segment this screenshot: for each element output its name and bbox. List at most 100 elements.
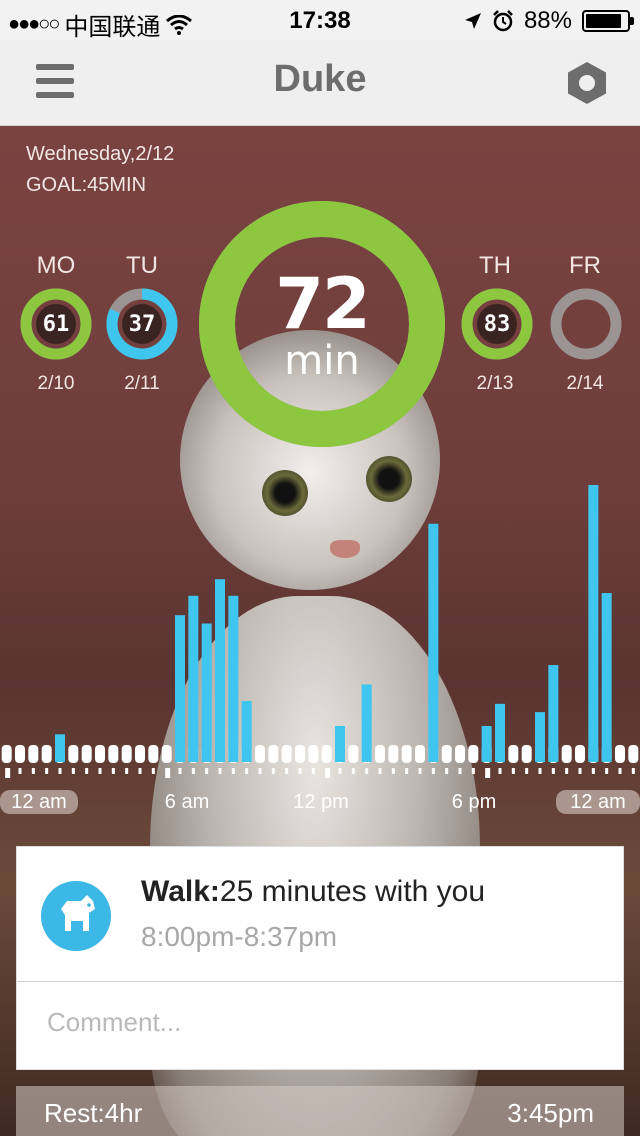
timeline-slot: [81, 745, 92, 763]
timeline-tick: [471, 768, 475, 774]
timeline-slot: [628, 745, 639, 763]
timeline-tick: [405, 768, 409, 774]
activity-type: Walk:: [141, 875, 220, 908]
time-axis-label: 6 pm: [451, 791, 497, 813]
daily-goal: GOAL:45MIN: [26, 174, 147, 196]
timeline-tick: [231, 768, 235, 774]
timeline-tick: [325, 768, 331, 778]
status-bar: ●●●○○ 中国联通 17:38 88%: [0, 0, 640, 41]
day-date: 2/11: [124, 373, 160, 394]
timeline-slot: [575, 745, 585, 763]
timeline-tick: [498, 768, 502, 774]
timeline-tick: [165, 768, 171, 778]
timeline-tick: [85, 768, 89, 774]
activity-bar: [215, 579, 225, 762]
day-label: TU: [126, 252, 158, 279]
timeline-tick: [58, 768, 62, 774]
battery-percent: 88%: [523, 7, 572, 34]
timeline-slot: [521, 745, 532, 763]
timeline-tick: [285, 768, 289, 774]
timeline-slot: [28, 745, 39, 763]
timeline-tick: [45, 768, 49, 774]
timeline-slot: [455, 745, 465, 763]
activity-time-range: 8:00pm-8:37pm: [141, 921, 338, 952]
activity-bar: [588, 485, 599, 762]
time-axis-label: 12 pm: [293, 791, 349, 813]
timeline-slot: [508, 745, 519, 763]
timeline-slot: [268, 745, 279, 763]
activity-bar: [481, 725, 492, 762]
rest-time: 3:45pm: [507, 1098, 594, 1128]
activity-bar: [241, 701, 252, 762]
activity-bar: [201, 623, 212, 762]
settings-button[interactable]: [564, 60, 610, 106]
timeline-tick: [98, 768, 102, 774]
activity-bar: [548, 665, 559, 762]
hexagon-settings-icon: [568, 62, 606, 104]
timeline-tick: [111, 768, 115, 774]
timeline-slot: [321, 745, 332, 763]
timeline-tick: [418, 768, 422, 774]
location-arrow-icon: [464, 13, 481, 29]
dog-icon: [61, 895, 95, 931]
timeline-tick: [631, 768, 635, 774]
timeline-tick: [178, 768, 182, 774]
today-minutes-value: 72: [275, 263, 370, 345]
timeline-tick: [618, 768, 622, 774]
timeline-slot: [148, 745, 159, 763]
activity-timeline-chart[interactable]: [0, 470, 640, 780]
timeline-slot: [161, 745, 172, 763]
current-date: Wednesday,2/12: [26, 143, 175, 165]
timeline-tick: [565, 768, 569, 774]
timeline-tick: [338, 768, 342, 774]
activity-bar: [228, 595, 239, 762]
activity-card[interactable]: Walk:25 minutes with you 8:00pm-8:37pm: [16, 846, 624, 1070]
timeline-slot: [295, 745, 305, 763]
timeline-slot: [15, 745, 25, 763]
timeline-tick: [378, 768, 382, 774]
timeline-slot: [121, 745, 132, 763]
day-date: 2/13: [476, 373, 514, 394]
day-value: 37: [128, 312, 156, 337]
timeline-slot: [348, 745, 359, 763]
day-date: 2/10: [37, 373, 75, 394]
timeline-tick: [458, 768, 462, 774]
day-label: FR: [569, 252, 601, 279]
timeline-slot: [615, 745, 625, 763]
timeline-slot: [108, 745, 119, 763]
timeline-tick: [271, 768, 275, 774]
timeline-tick: [525, 768, 529, 774]
rest-entry[interactable]: Rest:4hr 3:45pm: [16, 1086, 624, 1136]
activity-bar: [188, 595, 199, 762]
timeline-tick: [391, 768, 395, 774]
timeline-tick: [151, 768, 155, 774]
time-axis-label: 12 am: [0, 790, 78, 814]
day-label: MO: [36, 252, 76, 279]
timeline-slot: [415, 745, 425, 763]
day-date: 2/14: [566, 373, 604, 394]
battery-icon: [582, 10, 634, 32]
comment-input[interactable]: [47, 1007, 607, 1038]
timeline-slot: [135, 745, 145, 763]
activity-bar: [535, 712, 545, 762]
timeline-tick: [485, 768, 491, 778]
day-value: 61: [42, 312, 70, 337]
timeline-slot: [401, 745, 412, 763]
timeline-tick: [311, 768, 315, 774]
activity-bar: [601, 593, 612, 762]
timeline-tick: [511, 768, 515, 774]
activity-icon-circle: [41, 881, 111, 951]
timeline-slot: [441, 745, 452, 763]
timeline-slot: [388, 745, 399, 763]
timeline-tick: [71, 768, 75, 774]
timeline-tick: [578, 768, 582, 774]
timeline-tick: [191, 768, 195, 774]
timeline-tick: [245, 768, 249, 774]
activity-bar: [361, 684, 372, 762]
battery-level: [586, 14, 622, 28]
timeline-tick: [445, 768, 449, 774]
activity-bar: [335, 725, 345, 762]
activity-bar: [55, 734, 65, 762]
activity-bar: [175, 615, 185, 762]
today-minutes-unit: min: [284, 338, 360, 384]
